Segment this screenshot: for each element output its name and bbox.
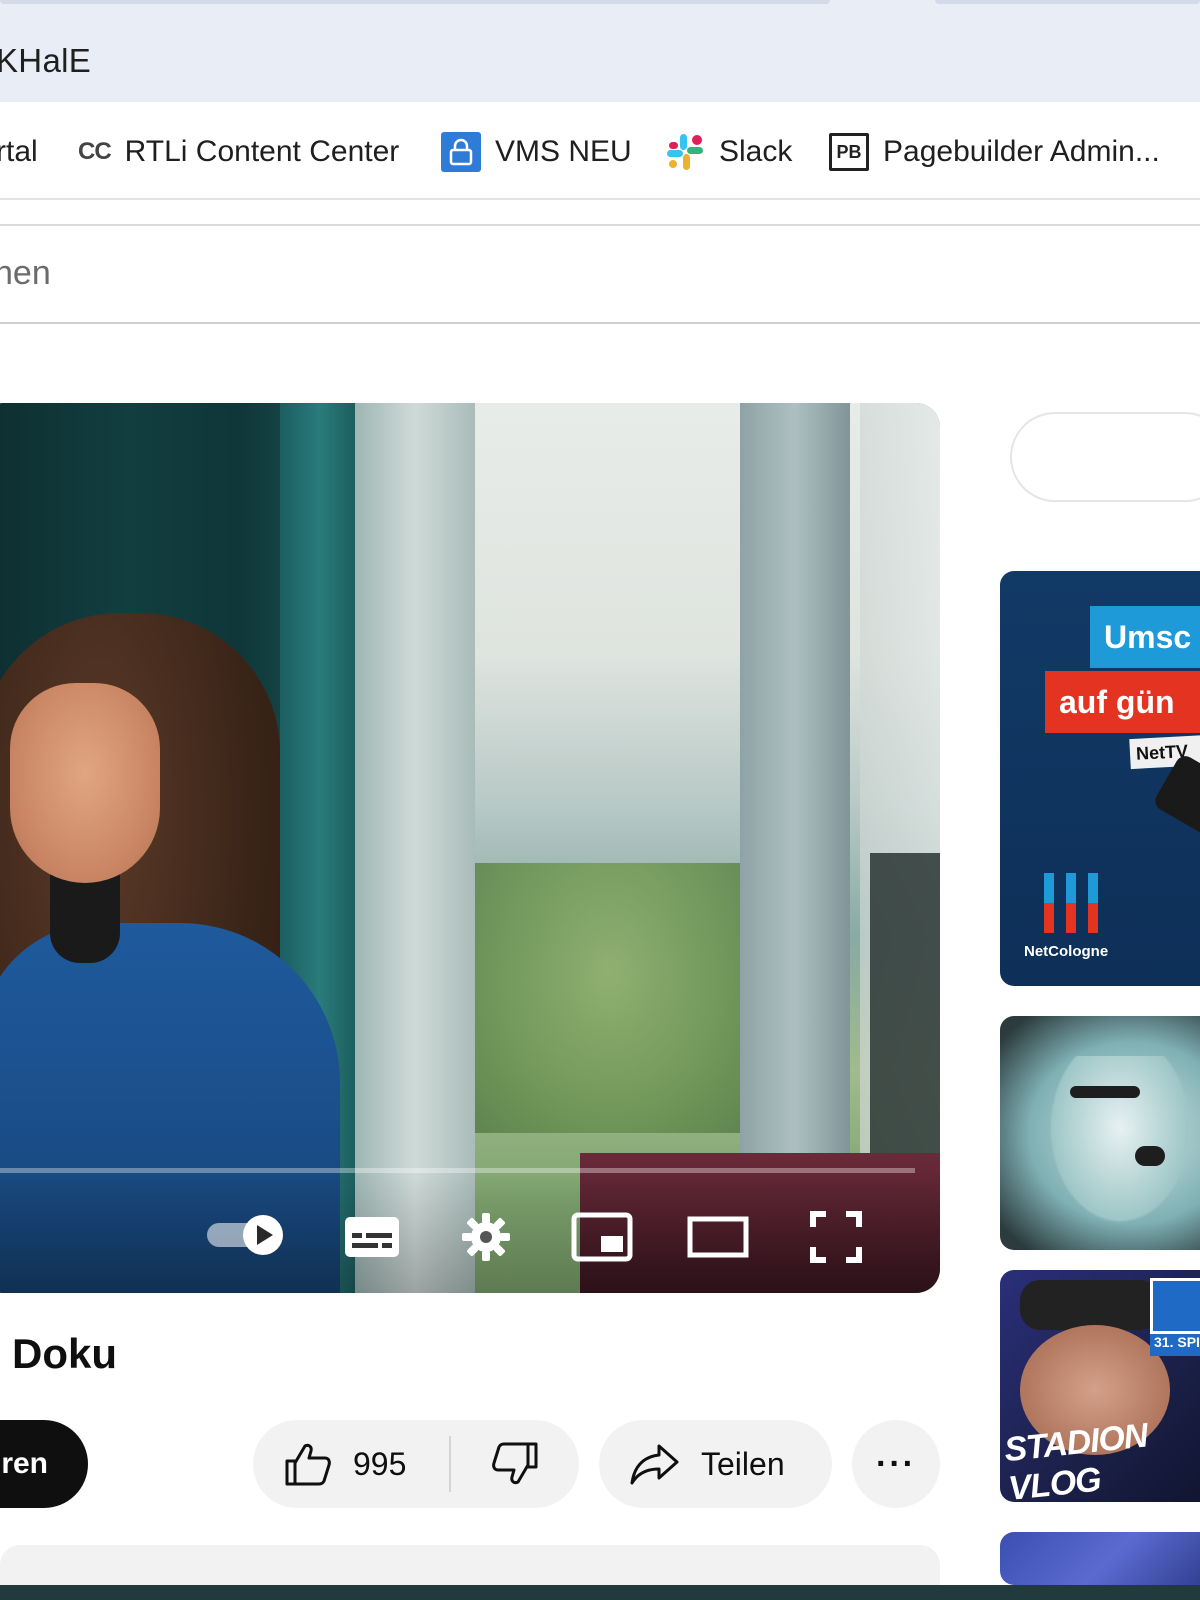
club-badge-icon [1150, 1278, 1200, 1334]
player-controls [0, 1173, 940, 1293]
ad-headline-2: auf gün [1045, 671, 1200, 733]
search-input[interactable]: hen [0, 254, 51, 293]
cc-icon: CC [78, 138, 112, 165]
bookmark-label: VMS NEU [495, 135, 632, 168]
netcologne-logo-icon [1044, 873, 1100, 933]
bookmarks-bar: rtal CC RTLi Content Center VMS NEU Slac… [0, 102, 1200, 200]
sidebar-video-thumbnail[interactable]: 31. SPI STADION VLOG [1000, 1270, 1200, 1502]
address-text[interactable]: KHalE [0, 42, 91, 80]
more-icon: ··· [876, 1444, 916, 1483]
fullscreen-button[interactable] [808, 1209, 864, 1265]
address-bar[interactable]: KHalE [0, 18, 1200, 102]
share-icon [630, 1444, 679, 1485]
sidebar-video-thumbnail[interactable] [1000, 1016, 1200, 1250]
pb-icon: PB [829, 133, 869, 171]
taskbar-edge [0, 1585, 1200, 1600]
subtitles-button[interactable] [342, 1213, 402, 1261]
subtitles-icon [345, 1217, 399, 1257]
theater-icon [687, 1216, 749, 1258]
gear-icon [462, 1213, 510, 1261]
bookmark-pagebuilder-admin[interactable]: PB Pagebuilder Admin... [829, 132, 1160, 172]
bookmark-portal[interactable]: rtal [0, 132, 38, 172]
thumbnail-tag: 31. SPI [1150, 1334, 1200, 1356]
share-button[interactable]: Teilen [599, 1420, 832, 1508]
video-player[interactable] [0, 403, 940, 1293]
bookmark-rtli-content-center[interactable]: CC RTLi Content Center [78, 132, 399, 172]
bookmark-vms-neu[interactable]: VMS NEU [441, 132, 632, 172]
miniplayer-icon [571, 1212, 633, 1262]
bookmark-label: Slack [719, 135, 793, 168]
video-title: Doku [12, 1330, 117, 1377]
ad-brand: NetCologne [1024, 943, 1109, 960]
miniplayer-button[interactable] [570, 1211, 634, 1263]
thumbs-up-icon [285, 1443, 331, 1486]
subscribe-label: ren [1, 1447, 48, 1480]
settings-button[interactable] [458, 1211, 514, 1263]
autoplay-toggle[interactable] [205, 1211, 289, 1259]
ad-headline-1: Umsc [1090, 606, 1200, 668]
sidebar-ad[interactable]: Umsc auf gün NetTV NetCologne [1000, 571, 1200, 986]
like-count: 995 [353, 1445, 407, 1482]
sidebar-chip-bar[interactable] [1010, 412, 1200, 502]
subscribe-button[interactable]: ren [0, 1420, 88, 1508]
slack-icon [665, 132, 705, 172]
description-box[interactable] [0, 1545, 940, 1585]
search-bar[interactable]: hen [0, 224, 1200, 324]
browser-tab[interactable] [0, 0, 830, 4]
bookmark-label: rtal [0, 135, 38, 168]
like-dislike-group: 995 [253, 1420, 579, 1508]
sidebar-video-thumbnail[interactable] [1000, 1532, 1200, 1585]
autoplay-icon [207, 1215, 283, 1255]
bookmark-label: Pagebuilder Admin... [883, 135, 1160, 168]
lock-icon [441, 132, 481, 172]
bookmark-slack[interactable]: Slack [665, 132, 792, 172]
bookmark-label: RTLi Content Center [124, 135, 400, 168]
theater-mode-button[interactable] [686, 1213, 750, 1261]
like-button[interactable]: 995 [253, 1420, 449, 1508]
thumbs-down-icon [492, 1442, 538, 1485]
more-actions-button[interactable]: ··· [852, 1420, 940, 1508]
browser-tab[interactable] [935, 0, 1200, 4]
share-label: Teilen [701, 1445, 785, 1482]
fullscreen-icon [810, 1211, 862, 1263]
browser-tab-strip [0, 0, 1200, 18]
dislike-button[interactable] [451, 1420, 579, 1508]
video-frame [0, 403, 940, 1293]
